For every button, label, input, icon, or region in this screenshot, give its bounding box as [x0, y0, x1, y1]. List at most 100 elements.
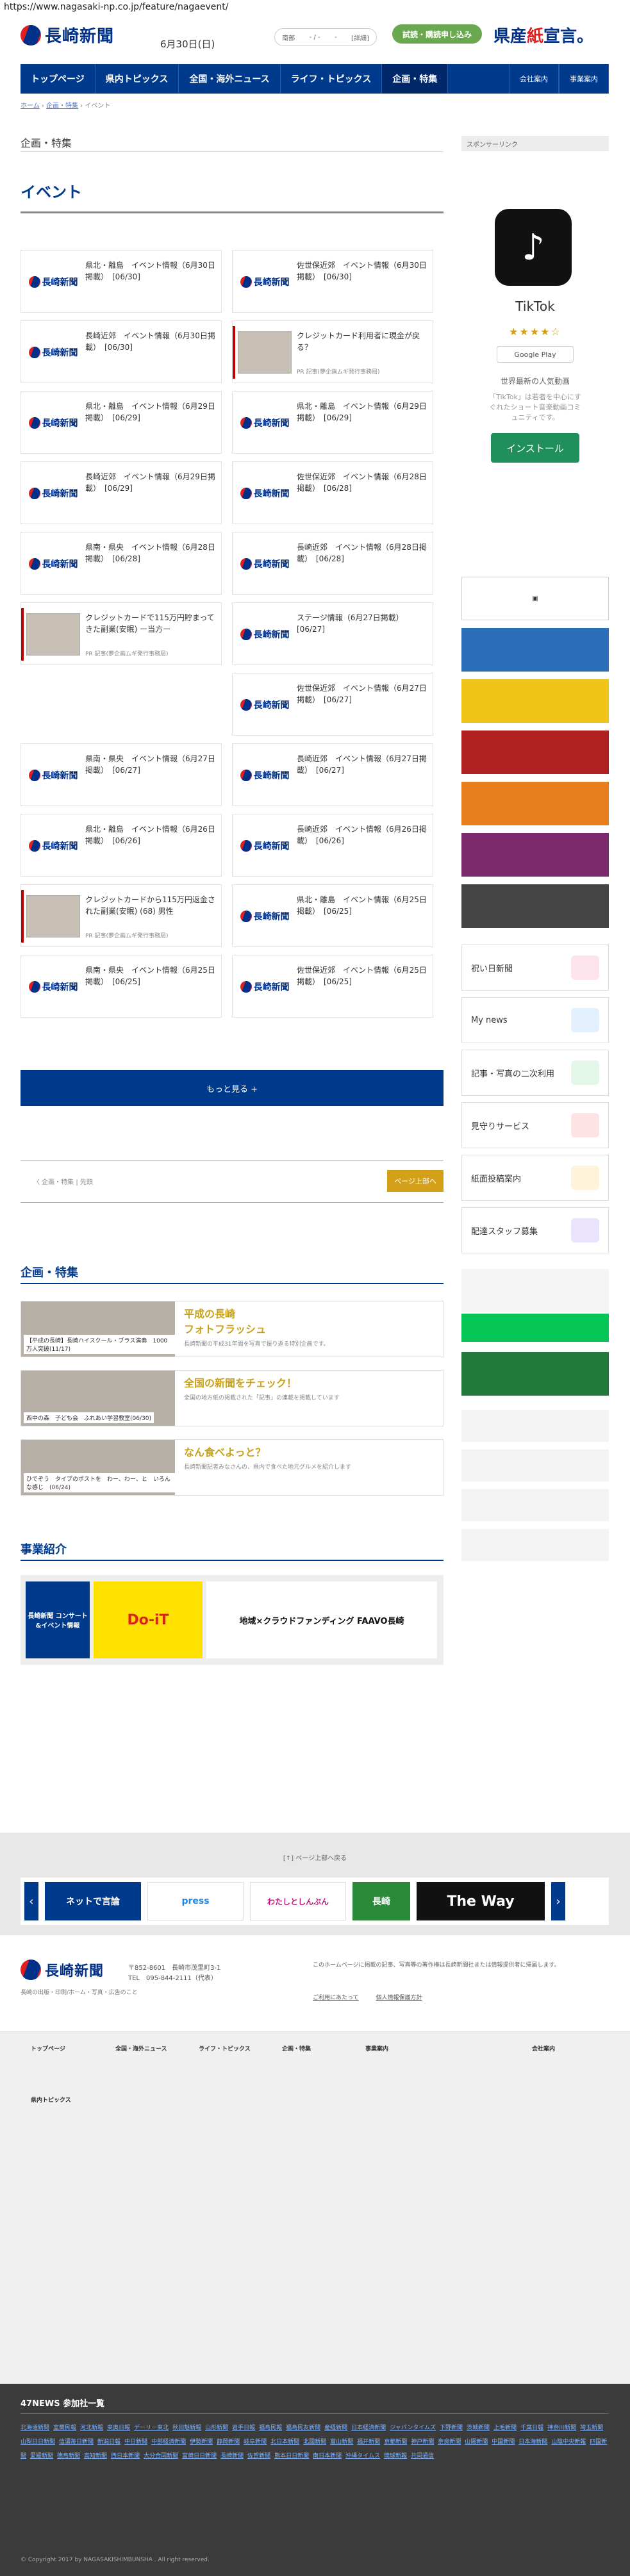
card-title[interactable]: 佐世保近郊 イベント情報（6月28日掲載） [06/28]	[297, 471, 429, 494]
sitemap-heading[interactable]: ライフ・トピックス	[199, 2044, 251, 2054]
trial-subscribe-button[interactable]: 試読・購読申し込み	[392, 24, 482, 44]
card-title[interactable]: 長崎近郊 イベント情報（6月27日掲載） [06/27]	[297, 753, 429, 776]
next-arrow-icon[interactable]: ›	[551, 1882, 565, 1920]
network-paper-link[interactable]: 宮崎日日新聞	[182, 2453, 217, 2459]
article-card[interactable]: 長崎新聞 長崎近郊 イベント情報（6月28日掲載） [06/28]	[232, 532, 433, 595]
weather-detail-link[interactable]: [詳細]	[351, 33, 369, 42]
network-paper-link[interactable]: 東奥日報	[107, 2425, 130, 2431]
network-paper-link[interactable]: 京都新聞	[384, 2439, 407, 2445]
network-paper-link[interactable]: 岩手日報	[232, 2425, 255, 2431]
card-title[interactable]: 長崎近郊 イベント情報（6月29日掲載） [06/29]	[85, 471, 217, 494]
nav-local-topics[interactable]: 県内トピックス	[95, 64, 179, 94]
more-button[interactable]: もっと見る +	[21, 1070, 443, 1106]
article-card[interactable]: クレジットカードで115万円貯まってきた副業(安眠) ー当方ー PR 記事(夢企画…	[21, 602, 222, 665]
network-paper-link[interactable]: 下野新聞	[440, 2425, 463, 2431]
network-paper-link[interactable]: 室蘭民報	[53, 2425, 76, 2431]
card-title[interactable]: 県北・離島 イベント情報（6月26日掲載） [06/26]	[85, 823, 217, 846]
card-title[interactable]: 佐世保近郊 イベント情報（6月27日掲載） [06/27]	[297, 682, 429, 706]
footer-logo[interactable]: 長崎新聞	[21, 1960, 104, 1980]
network-paper-link[interactable]: 静岡新聞	[217, 2439, 240, 2445]
article-card[interactable]: 長崎新聞 長崎近郊 イベント情報（6月29日掲載） [06/29]	[21, 461, 222, 524]
card-title[interactable]: 長崎近郊 イベント情報（6月30日掲載） [06/30]	[85, 330, 217, 353]
business-carousel[interactable]: 長崎新聞 コンサート&イベント情報 Do-iT 地域×クラウドファンディング F…	[21, 1575, 443, 1665]
article-card[interactable]: 長崎新聞 佐世保近郊 イベント情報（6月27日掲載） [06/27]	[232, 673, 433, 736]
card-title[interactable]: 長崎近郊 イベント情報（6月28日掲載） [06/28]	[297, 541, 429, 565]
network-paper-link[interactable]: 富山新聞	[330, 2439, 353, 2445]
network-paper-link[interactable]: 中部経済新聞	[151, 2439, 186, 2445]
site-logo[interactable]: 長崎新聞	[21, 23, 114, 47]
article-card[interactable]: 長崎新聞 県南・県央 イベント情報（6月28日掲載） [06/28]	[21, 532, 222, 595]
network-paper-link[interactable]: 佐賀新聞	[247, 2453, 270, 2459]
terms-link[interactable]: ご利用にあたって	[313, 1995, 359, 2001]
network-paper-link[interactable]: デーリー東北	[134, 2425, 169, 2431]
network-paper-link[interactable]: 新潟日報	[97, 2439, 120, 2445]
article-card[interactable]: 長崎新聞 ステージ情報（6月27日掲載） [06/27]	[232, 602, 433, 665]
nav-business[interactable]: 事業案内	[559, 64, 609, 94]
nav-company[interactable]: 会社案内	[509, 64, 559, 94]
side-news-item[interactable]	[461, 1449, 609, 1482]
article-card[interactable]: 長崎新聞 県北・離島 イベント情報（6月25日掲載） [06/25]	[232, 884, 433, 947]
side-banner-gift[interactable]	[461, 731, 609, 774]
card-title[interactable]: 長崎近郊 イベント情報（6月26日掲載） [06/26]	[297, 823, 429, 846]
article-card[interactable]: 長崎新聞 県南・県央 イベント情報（6月25日掲載） [06/25]	[21, 955, 222, 1018]
side-news-item[interactable]	[461, 1489, 609, 1521]
network-paper-link[interactable]: 熊本日日新聞	[274, 2453, 309, 2459]
network-paper-link[interactable]: 千葉日報	[520, 2425, 543, 2431]
network-paper-link[interactable]: 山陰中央新報	[551, 2439, 586, 2445]
weather-widget[interactable]: 南部 - / - - [詳細]	[274, 28, 377, 46]
network-paper-link[interactable]: 日本海新聞	[518, 2439, 547, 2445]
side-banner-concert[interactable]	[461, 833, 609, 877]
article-card[interactable]: 長崎新聞 長崎近郊 イベント情報（6月27日掲載） [06/27]	[232, 743, 433, 806]
page-top-button[interactable]: ページ上部へ	[387, 1170, 443, 1192]
card-title[interactable]: 県北・離島 イベント情報（6月29日掲載） [06/29]	[85, 400, 217, 424]
network-paper-link[interactable]: 埼玉新聞	[580, 2425, 603, 2431]
article-card[interactable]: 長崎新聞 佐世保近郊 イベント情報（6月28日掲載） [06/28]	[232, 461, 433, 524]
nav-national-news[interactable]: 全国・海外ニュース	[179, 64, 281, 94]
card-title[interactable]: クレジットカード利用者に現金が戻る？	[297, 330, 429, 353]
network-paper-link[interactable]: 奈良新聞	[438, 2439, 461, 2445]
network-paper-link[interactable]: 中日新聞	[124, 2439, 147, 2445]
nav-features[interactable]: 企画・特集	[382, 64, 449, 94]
network-paper-link[interactable]: 高知新聞	[84, 2453, 107, 2459]
crumb-features[interactable]: 企画・特集	[46, 103, 78, 110]
article-card[interactable]: 長崎新聞 県北・離島 イベント情報（6月29日掲載） [06/29]	[232, 391, 433, 454]
sitemap-heading[interactable]: トップページ	[31, 2044, 65, 2054]
card-title[interactable]: ステージ情報（6月27日掲載） [06/27]	[297, 612, 429, 635]
article-card[interactable]: 長崎新聞 県北・離島 イベント情報（6月29日掲載） [06/29]	[21, 391, 222, 454]
side-banner-contest[interactable]	[461, 782, 609, 825]
side-link-submit[interactable]: 紙面投稿案内	[461, 1155, 609, 1201]
crumb-home[interactable]: ホーム	[21, 103, 40, 110]
side-news-item[interactable]	[461, 1410, 609, 1442]
article-card[interactable]: 長崎新聞 県南・県央 イベント情報（6月27日掲載） [06/27]	[21, 743, 222, 806]
partner-banner[interactable]: press	[147, 1882, 244, 1920]
partner-banner[interactable]: わたしとしんぶん	[250, 1882, 346, 1920]
network-paper-link[interactable]: 山形新聞	[205, 2425, 228, 2431]
side-banner-shop[interactable]	[461, 884, 609, 928]
side-banner-hotel[interactable]	[461, 1352, 609, 1396]
article-card[interactable]: 長崎新聞 県北・離島 イベント情報（6月30日掲載） [06/30]	[21, 250, 222, 313]
network-paper-link[interactable]: 日本経済新聞	[351, 2425, 386, 2431]
card-title[interactable]: 県北・離島 イベント情報（6月25日掲載） [06/25]	[297, 894, 429, 917]
network-paper-link[interactable]: 福島民報	[259, 2425, 282, 2431]
side-link-recruit[interactable]: 配達スタッフ募集	[461, 1207, 609, 1253]
side-link-watch[interactable]: 見守りサービス	[461, 1102, 609, 1148]
network-paper-link[interactable]: 秋田魁新報	[172, 2425, 201, 2431]
article-card[interactable]: クレジットカードから115万円返金された副業(安眠) (68) 男性 PR 記事(…	[21, 884, 222, 947]
sitemap-heading[interactable]: 事業案内	[365, 2044, 388, 2054]
network-paper-link[interactable]: 上毛新聞	[493, 2425, 517, 2431]
line-follow-button[interactable]	[461, 1314, 609, 1342]
header-ad[interactable]: 県産紙宣言。	[493, 22, 609, 47]
sitemap-heading[interactable]: 会社案内	[532, 2044, 555, 2054]
network-paper-link[interactable]: 北日本新聞	[270, 2439, 299, 2445]
article-card[interactable]: 長崎新聞 佐世保近郊 イベント情報（6月25日掲載） [06/25]	[232, 955, 433, 1018]
side-news-item[interactable]	[461, 1529, 609, 1561]
network-paper-link[interactable]: 河北新報	[80, 2425, 103, 2431]
network-paper-link[interactable]: 琉球新報	[384, 2453, 407, 2459]
card-title[interactable]: 県北・離島 イベント情報（6月29日掲載） [06/29]	[297, 400, 429, 424]
pager-back-link[interactable]: 〈 企画・特集 | 先頭	[33, 1177, 93, 1186]
card-title[interactable]: クレジットカードから115万円返金された副業(安眠) (68) 男性	[85, 894, 217, 917]
side-link-mynews[interactable]: My news	[461, 997, 609, 1043]
network-paper-link[interactable]: 長崎新聞	[220, 2453, 244, 2459]
network-paper-link[interactable]: 北國新聞	[303, 2439, 326, 2445]
article-card[interactable]: 長崎新聞 長崎近郊 イベント情報（6月30日掲載） [06/30]	[21, 320, 222, 383]
